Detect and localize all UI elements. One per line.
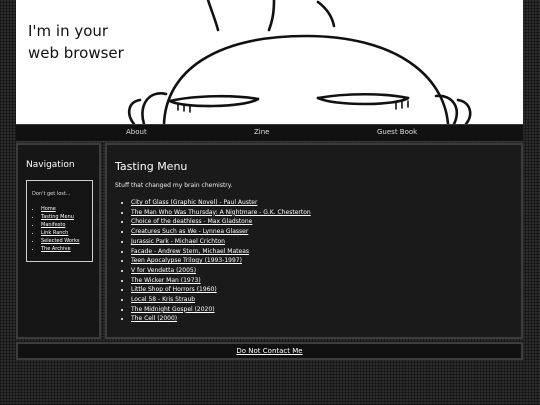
list-item: Teen Apocalypse Trilogy (1993-1997) bbox=[131, 256, 311, 266]
nav-guest-book-link[interactable]: Guest Book bbox=[377, 128, 417, 136]
tasting-menu-list: City of Glass (Graphic Novel) - Paul Aus… bbox=[107, 198, 311, 324]
footer: Do Not Contact Me bbox=[16, 342, 523, 360]
sidebar-link-link-ranch[interactable]: Link Ranch bbox=[41, 230, 68, 236]
sidebar-item-the-archive: The Archive bbox=[41, 245, 80, 253]
list-item: Local 58 - Kris Straub bbox=[131, 295, 311, 305]
menu-item-link[interactable]: City of Glass (Graphic Novel) - Paul Aus… bbox=[131, 199, 257, 206]
menu-item-link[interactable]: V for Vendetta (2005) bbox=[131, 267, 196, 274]
sidebar-item-manifesto: Manifesto bbox=[41, 221, 80, 229]
sidebar-link-home[interactable]: Home bbox=[41, 206, 56, 212]
nav-about-link[interactable]: About bbox=[126, 128, 147, 136]
intro-text: Stuff that changed my brain chemistry. bbox=[115, 182, 233, 189]
sidebar-link-manifesto[interactable]: Manifesto bbox=[41, 222, 65, 228]
nav-zine-link[interactable]: Zine bbox=[254, 128, 269, 136]
top-nav: About Zine Guest Book bbox=[16, 124, 523, 142]
menu-item-link[interactable]: The Cell (2000) bbox=[131, 315, 177, 322]
header-banner: I'm in your web browser bbox=[16, 0, 523, 124]
menu-item-link[interactable]: Little Shop of Horrors (1960) bbox=[131, 286, 217, 293]
sidebar-lead-text: Don't get lost... bbox=[32, 191, 71, 197]
list-item: Little Shop of Horrors (1960) bbox=[131, 285, 311, 295]
page: I'm in your web browser About Zine Guest… bbox=[16, 0, 523, 360]
sidebar-link-list: Home Tasting Menu Manifesto Link Ranch S… bbox=[27, 205, 80, 253]
list-item: Choice of the deathless - Max Gladstone bbox=[131, 217, 311, 227]
menu-item-link[interactable]: Facade - Andrew Stern, Michael Mateas bbox=[131, 248, 249, 255]
sidebar-link-tasting-menu[interactable]: Tasting Menu bbox=[41, 214, 74, 220]
site-title-line-1: I'm in your bbox=[28, 22, 109, 40]
sidebar-item-link-ranch: Link Ranch bbox=[41, 229, 80, 237]
page-title: Tasting Menu bbox=[115, 160, 188, 173]
menu-item-link[interactable]: Jurassic Park - Michael Crichton bbox=[131, 238, 225, 245]
menu-item-link[interactable]: Local 58 - Kris Straub bbox=[131, 296, 195, 303]
menu-item-link[interactable]: Choice of the deathless - Max Gladstone bbox=[131, 218, 252, 225]
sidebar-item-selected-works: Selected Works bbox=[41, 237, 80, 245]
sidebar-item-home: Home bbox=[41, 205, 80, 213]
list-item: The Man Who Was Thursday: A Nightmare - … bbox=[131, 208, 311, 218]
menu-item-link[interactable]: Teen Apocalypse Trilogy (1993-1997) bbox=[131, 257, 242, 264]
menu-item-link[interactable]: The Midnight Gospel (2020) bbox=[131, 306, 215, 313]
sidebar-nav-box: Don't get lost... Home Tasting Menu Mani… bbox=[26, 180, 93, 262]
sidebar-link-selected-works[interactable]: Selected Works bbox=[41, 238, 80, 244]
main-content: Tasting Menu Stuff that changed my brain… bbox=[105, 143, 523, 339]
sidebar-item-tasting-menu: Tasting Menu bbox=[41, 213, 80, 221]
list-item: Jurassic Park - Michael Crichton bbox=[131, 237, 311, 247]
menu-item-link[interactable]: Creatures Such as We - Lynnea Glasser bbox=[131, 228, 248, 235]
list-item: The Midnight Gospel (2020) bbox=[131, 305, 311, 315]
sidebar-heading: Navigation bbox=[26, 160, 75, 170]
sidebar-link-the-archive[interactable]: The Archive bbox=[41, 246, 71, 252]
site-title-line-2: web browser bbox=[28, 44, 124, 62]
list-item: Creatures Such as We - Lynnea Glasser bbox=[131, 227, 311, 237]
list-item: The Wicker Man (1973) bbox=[131, 276, 311, 286]
list-item: The Cell (2000) bbox=[131, 314, 311, 324]
list-item: V for Vendetta (2005) bbox=[131, 266, 311, 276]
do-not-contact-link[interactable]: Do Not Contact Me bbox=[236, 347, 302, 355]
sidebar: Navigation Don't get lost... Home Tastin… bbox=[16, 143, 101, 339]
menu-item-link[interactable]: The Man Who Was Thursday: A Nightmare - … bbox=[131, 209, 311, 216]
list-item: City of Glass (Graphic Novel) - Paul Aus… bbox=[131, 198, 311, 208]
site-title: I'm in your web browser bbox=[28, 20, 124, 64]
menu-item-link[interactable]: The Wicker Man (1973) bbox=[131, 277, 201, 284]
list-item: Facade - Andrew Stern, Michael Mateas bbox=[131, 247, 311, 257]
